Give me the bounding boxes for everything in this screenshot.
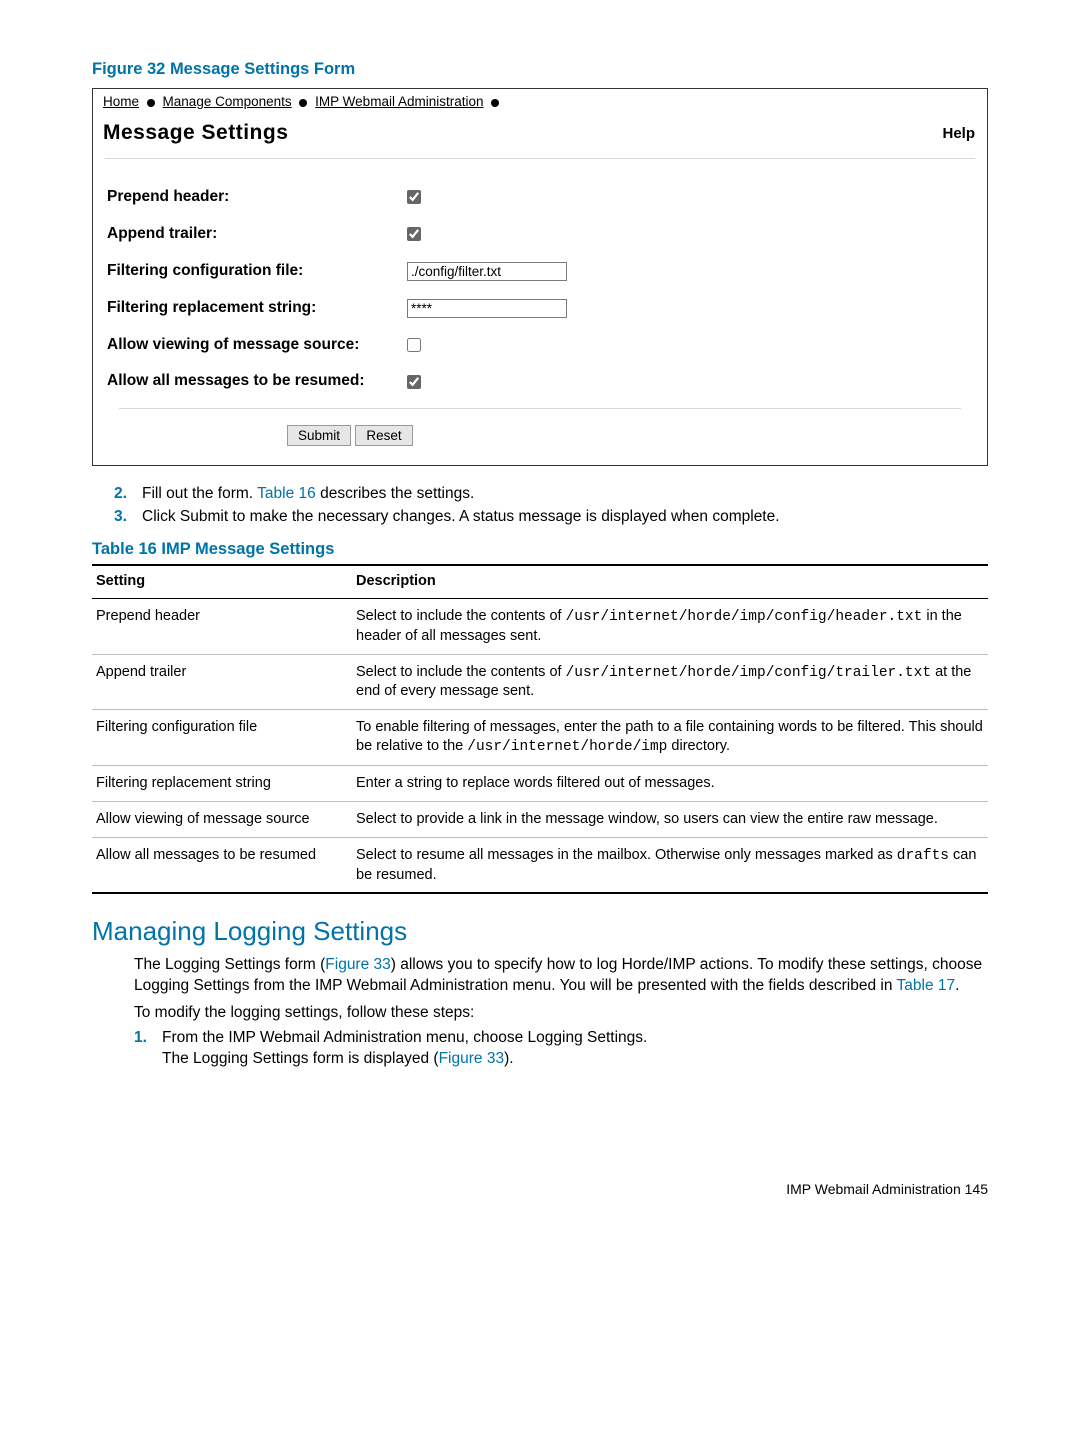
filter-replacement-label: Filtering replacement string: [107, 298, 407, 319]
prepend-header-label: Prepend header: [107, 187, 407, 208]
filter-file-input[interactable] [407, 262, 567, 281]
submit-button[interactable]: Submit [287, 425, 351, 446]
page-title: Message Settings [103, 119, 288, 147]
step-number: 1. [134, 1028, 152, 1070]
step-3: 3. Click Submit to make the necessary ch… [114, 507, 988, 528]
step-text: Fill out the form. Table 16 describes th… [142, 484, 474, 505]
table-row: Allow viewing of message sourceSelect to… [92, 801, 988, 837]
step-2: 2. Fill out the form. Table 16 describes… [114, 484, 988, 505]
step-text: From the IMP Webmail Administration menu… [162, 1028, 647, 1070]
step-text-a: Fill out the form. [142, 485, 257, 502]
settings-table: Setting Description Prepend headerSelect… [92, 564, 988, 894]
table-row: Append trailerSelect to include the cont… [92, 654, 988, 710]
logging-intro-paragraph: The Logging Settings form (Figure 33) al… [134, 955, 988, 997]
setting-cell: Allow viewing of message source [92, 801, 352, 837]
breadcrumb: Home Manage Components IMP Webmail Admin… [93, 89, 987, 113]
table-row: Allow all messages to be resumedSelect t… [92, 837, 988, 893]
code-path: drafts [897, 848, 949, 864]
figure-33-link[interactable]: Figure 33 [325, 956, 390, 973]
breadcrumb-separator-icon [491, 99, 499, 107]
description-cell: Enter a string to replace words filtered… [352, 766, 988, 802]
filter-file-label: Filtering configuration file: [107, 261, 407, 282]
breadcrumb-home[interactable]: Home [103, 94, 139, 109]
section-heading: Managing Logging Settings [92, 914, 988, 949]
text: . [955, 977, 959, 994]
setting-cell: Filtering configuration file [92, 710, 352, 766]
resume-all-checkbox[interactable] [407, 375, 421, 389]
table-row: Filtering replacement stringEnter a stri… [92, 766, 988, 802]
table-17-link[interactable]: Table 17 [897, 977, 956, 994]
help-link[interactable]: Help [942, 124, 975, 144]
table-title: Table 16 IMP Message Settings [92, 538, 988, 560]
breadcrumb-imp-admin[interactable]: IMP Webmail Administration [315, 94, 483, 109]
text-line2b: ). [504, 1050, 513, 1067]
description-cell: To enable filtering of messages, enter t… [352, 710, 988, 766]
description-cell: Select to include the contents of /usr/i… [352, 598, 988, 654]
step-text: Click Submit to make the necessary chang… [142, 507, 780, 528]
page-footer: IMP Webmail Administration 145 [92, 1180, 988, 1199]
steps-list-2: 1. From the IMP Webmail Administration m… [92, 1028, 988, 1070]
description-cell: Select to provide a link in the message … [352, 801, 988, 837]
view-source-label: Allow viewing of message source: [107, 335, 407, 356]
code-path: /usr/internet/horde/imp/config/trailer.t… [566, 665, 931, 681]
reset-button[interactable]: Reset [355, 425, 412, 446]
append-trailer-checkbox[interactable] [407, 227, 421, 241]
breadcrumb-separator-icon [299, 99, 307, 107]
text: The Logging Settings form ( [134, 956, 325, 973]
th-setting: Setting [92, 565, 352, 598]
text-line2a: The Logging Settings form is displayed ( [162, 1050, 439, 1067]
setting-cell: Prepend header [92, 598, 352, 654]
form-body: Prepend header: Append trailer: Filterin… [93, 169, 987, 465]
resume-all-label: Allow all messages to be resumed: [107, 371, 407, 392]
divider [119, 408, 961, 409]
figure-33-link[interactable]: Figure 33 [439, 1050, 504, 1067]
view-source-checkbox[interactable] [407, 338, 421, 352]
breadcrumb-manage-components[interactable]: Manage Components [163, 94, 292, 109]
step-text-b: describes the settings. [316, 485, 475, 502]
code-path: /usr/internet/horde/imp [467, 739, 667, 755]
description-cell: Select to resume all messages in the mai… [352, 837, 988, 893]
code-path: /usr/internet/horde/imp/config/header.tx… [566, 609, 923, 625]
step-number: 3. [114, 507, 132, 528]
step-1: 1. From the IMP Webmail Administration m… [134, 1028, 988, 1070]
divider [105, 158, 975, 159]
filter-replacement-input[interactable] [407, 299, 567, 318]
prepend-header-checkbox[interactable] [407, 190, 421, 204]
setting-cell: Filtering replacement string [92, 766, 352, 802]
append-trailer-label: Append trailer: [107, 224, 407, 245]
logging-steps-intro: To modify the logging settings, follow t… [134, 1003, 988, 1024]
description-cell: Select to include the contents of /usr/i… [352, 654, 988, 710]
steps-list-1: 2. Fill out the form. Table 16 describes… [92, 484, 988, 528]
table-row: Prepend headerSelect to include the cont… [92, 598, 988, 654]
text-line1: From the IMP Webmail Administration menu… [162, 1029, 647, 1046]
message-settings-form-screenshot: Home Manage Components IMP Webmail Admin… [92, 88, 988, 466]
setting-cell: Allow all messages to be resumed [92, 837, 352, 893]
breadcrumb-separator-icon [147, 99, 155, 107]
setting-cell: Append trailer [92, 654, 352, 710]
table-16-link[interactable]: Table 16 [257, 485, 316, 502]
th-description: Description [352, 565, 988, 598]
figure-title: Figure 32 Message Settings Form [92, 58, 988, 80]
step-number: 2. [114, 484, 132, 505]
table-row: Filtering configuration fileTo enable fi… [92, 710, 988, 766]
